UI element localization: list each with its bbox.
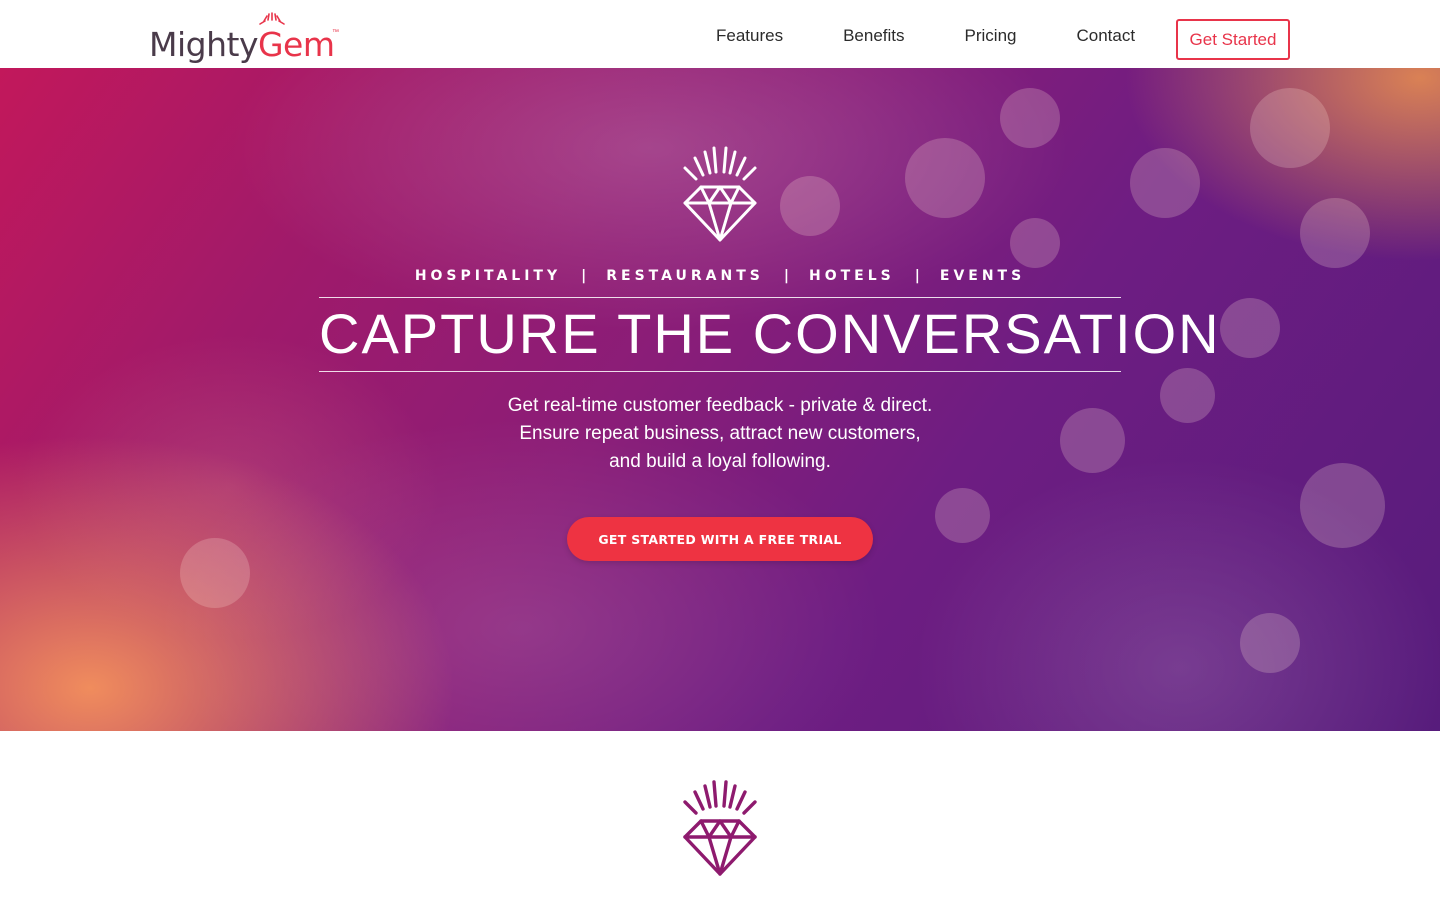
hero-subtext-line: and build a loyal following. <box>609 451 831 472</box>
free-trial-button[interactable]: GET STARTED WITH A FREE TRIAL <box>567 517 873 561</box>
nav-link-features[interactable]: Features <box>716 26 783 50</box>
headline-divider-bottom <box>319 371 1121 372</box>
main-nav: Features Benefits Pricing Contact <box>716 26 1135 50</box>
category-events: EVENTS <box>939 268 1026 284</box>
trademark-symbol: ™ <box>332 29 339 36</box>
category-separator: | <box>783 268 789 284</box>
logo-wordmark: MightyGem <box>149 26 335 64</box>
mightygem-logo[interactable]: MightyGem ™ <box>149 12 349 66</box>
category-restaurants: RESTAURANTS <box>606 268 764 284</box>
hero-section: HOSPITALITY | RESTAURANTS | HOTELS | EVENTS CA… <box>0 68 1440 731</box>
industry-categories: HOSPITALITY | RESTAURANTS | HOTELS | EVENTS <box>319 268 1121 284</box>
logo-wordmark-gem: Gem <box>257 25 335 64</box>
category-hotels: HOTELS <box>809 268 895 284</box>
hero-subtext: Get real-time customer feedback - privat… <box>420 392 1020 476</box>
hero-subtext-line: Ensure repeat business, attract new cust… <box>519 423 921 444</box>
category-separator: | <box>581 268 587 284</box>
hero-headline: CAPTURE THE CONVERSATION <box>319 302 1221 365</box>
hero-content: HOSPITALITY | RESTAURANTS | HOTELS | EVENTS CA… <box>0 68 1440 731</box>
top-navigation-bar: MightyGem ™ Features Benefits Pricing Co… <box>0 0 1440 68</box>
diamond-icon <box>683 146 757 242</box>
diamond-icon <box>683 780 757 876</box>
hero-subtext-line: Get real-time customer feedback - privat… <box>507 395 933 416</box>
logo-sparkle-icon <box>259 12 285 25</box>
nav-link-contact[interactable]: Contact <box>1077 26 1136 50</box>
nav-link-benefits[interactable]: Benefits <box>843 26 904 50</box>
get-started-button[interactable]: Get Started <box>1176 19 1290 60</box>
nav-link-pricing[interactable]: Pricing <box>965 26 1017 50</box>
logo-wordmark-mighty: Mighty <box>149 25 258 64</box>
category-separator: | <box>914 268 920 284</box>
category-hospitality: HOSPITALITY <box>414 268 562 284</box>
